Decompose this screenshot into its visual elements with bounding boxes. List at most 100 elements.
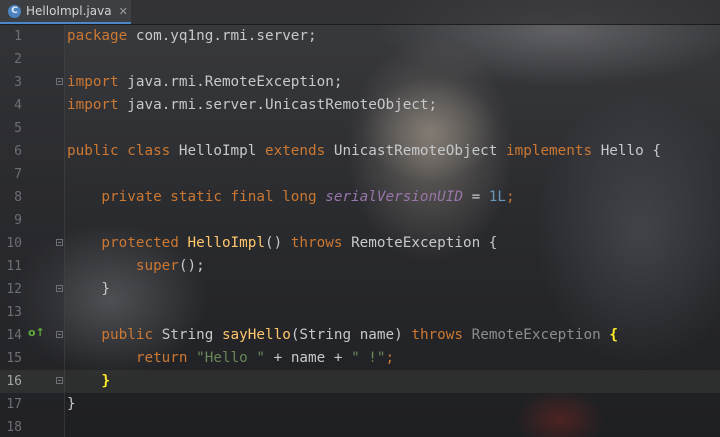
java-class-icon: C — [8, 4, 21, 18]
code-token: HelloImpl — [187, 235, 265, 251]
code-line[interactable]: 4 import java.rmi.server.UnicastRemoteObj… — [0, 94, 720, 117]
code-token: ; — [385, 350, 395, 366]
code-token: return — [67, 350, 197, 366]
code-token: public — [67, 327, 162, 343]
code-token: protected — [67, 235, 188, 251]
line-number: 11 — [6, 259, 22, 274]
code-token: private static final long — [67, 189, 326, 205]
code-line[interactable]: 16 } — [0, 370, 720, 393]
code-text: super(); — [67, 258, 205, 274]
code-token: (String name) — [290, 327, 412, 343]
code-token: java.rmi.RemoteException; — [118, 74, 343, 90]
code-token: package — [67, 28, 128, 44]
code-line[interactable]: 9 — [0, 209, 720, 232]
fold-toggle-icon[interactable] — [56, 239, 63, 246]
code-token: { — [609, 327, 618, 343]
code-text: package com.yq1ng.rmi.server; — [67, 28, 317, 44]
code-token: (); — [178, 258, 205, 274]
code-token: com.yq1ng.rmi.server; — [127, 28, 317, 44]
line-number: 14 — [6, 328, 22, 343]
code-token: "Hello " — [196, 350, 265, 366]
code-token: serialVersionUID — [325, 189, 463, 205]
line-number: 3 — [14, 75, 22, 90]
code-token: implements — [506, 143, 601, 159]
code-line[interactable]: 13 — [0, 301, 720, 324]
line-number: 6 — [14, 144, 22, 159]
code-line[interactable]: 6 public class HelloImpl extends UnicastR… — [0, 140, 720, 163]
code-line[interactable]: 8 private static final long serialVersio… — [0, 186, 720, 209]
code-text: } — [67, 396, 76, 412]
fold-toggle-icon[interactable] — [56, 285, 63, 292]
code-editor[interactable]: C HelloImpl.java ✕ 1 package com.yq1ng.rm… — [0, 0, 720, 437]
code-token: super — [67, 258, 179, 274]
code-text: import java.rmi.server.UnicastRemoteObje… — [67, 97, 437, 113]
code-text: return "Hello " + name + " !"; — [67, 350, 394, 366]
line-number: 1 — [14, 29, 22, 44]
code-text: public String sayHello(String name) thro… — [67, 327, 618, 343]
override-method-icon[interactable]: o↑ — [28, 326, 45, 339]
code-text: } — [67, 373, 110, 389]
code-line[interactable]: 1 package com.yq1ng.rmi.server; — [0, 25, 720, 48]
line-number: 8 — [14, 190, 22, 205]
code-token: " !" — [351, 350, 386, 366]
code-line[interactable]: 3 import java.rmi.RemoteException; — [0, 71, 720, 94]
code-token: = — [462, 189, 489, 205]
tab-label: HelloImpl.java — [26, 4, 112, 18]
code-line[interactable]: 12 } — [0, 278, 720, 301]
line-number: 12 — [6, 282, 22, 297]
code-text: private static final long serialVersionU… — [67, 189, 515, 205]
code-token: import — [67, 74, 119, 90]
code-line[interactable]: 11 super(); — [0, 255, 720, 278]
code-line[interactable]: 14 o↑ public String sayHello(String name)… — [0, 324, 720, 347]
code-token: () — [264, 235, 291, 251]
code-token: public class — [67, 143, 179, 159]
code-token: } — [67, 396, 76, 412]
line-number: 4 — [14, 98, 22, 113]
code-token: HelloImpl — [178, 143, 265, 159]
line-number: 9 — [14, 213, 22, 228]
code-token: extends — [264, 143, 334, 159]
code-token: 1L — [488, 189, 507, 205]
code-line[interactable]: 15 return "Hello " + name + " !"; — [0, 347, 720, 370]
code-token: java.rmi.server.UnicastRemoteObject; — [118, 97, 438, 113]
code-token: throws — [290, 235, 352, 251]
code-text: } — [67, 281, 110, 297]
code-token: UnicastRemoteObject — [333, 143, 507, 159]
line-number: 17 — [6, 397, 22, 412]
fold-toggle-icon[interactable] — [56, 78, 63, 85]
code-line[interactable]: 18 — [0, 416, 720, 437]
fold-toggle-icon[interactable] — [56, 331, 63, 338]
code-lines[interactable]: 1 package com.yq1ng.rmi.server; 2 3 import j… — [0, 25, 720, 437]
editor-tab-bar: C HelloImpl.java ✕ — [0, 0, 720, 25]
line-number: 18 — [6, 420, 22, 435]
fold-toggle-icon[interactable] — [56, 377, 63, 384]
code-token: RemoteException — [471, 327, 610, 343]
line-number: 13 — [6, 305, 22, 320]
code-line[interactable]: 7 — [0, 163, 720, 186]
line-number: 10 — [6, 236, 22, 251]
line-number: 7 — [14, 167, 22, 182]
code-token: + name + — [265, 350, 352, 366]
code-token: } — [67, 281, 111, 297]
tab-close-icon[interactable]: ✕ — [119, 5, 128, 18]
code-text: import java.rmi.RemoteException; — [67, 74, 342, 90]
code-token: Hello { — [600, 143, 661, 159]
code-token: sayHello — [221, 327, 291, 343]
code-token: import — [67, 97, 119, 113]
line-number: 5 — [14, 121, 22, 136]
line-number: 2 — [14, 52, 22, 67]
code-line[interactable]: 10 protected HelloImpl() throws RemoteEx… — [0, 232, 720, 255]
code-line[interactable]: 17} — [0, 393, 720, 416]
line-number: 15 — [6, 351, 22, 366]
code-token: RemoteException { — [351, 235, 498, 251]
code-line[interactable]: 2 — [0, 48, 720, 71]
line-number: 16 — [6, 374, 22, 389]
code-token: throws — [411, 327, 472, 343]
code-text: protected HelloImpl() throws RemoteExcep… — [67, 235, 497, 251]
code-token: ; — [506, 189, 515, 205]
code-line[interactable]: 5 — [0, 117, 720, 140]
tab-helloimpl-java[interactable]: C HelloImpl.java ✕ — [0, 0, 131, 24]
code-token: } — [101, 373, 111, 389]
code-token: String — [161, 327, 222, 343]
